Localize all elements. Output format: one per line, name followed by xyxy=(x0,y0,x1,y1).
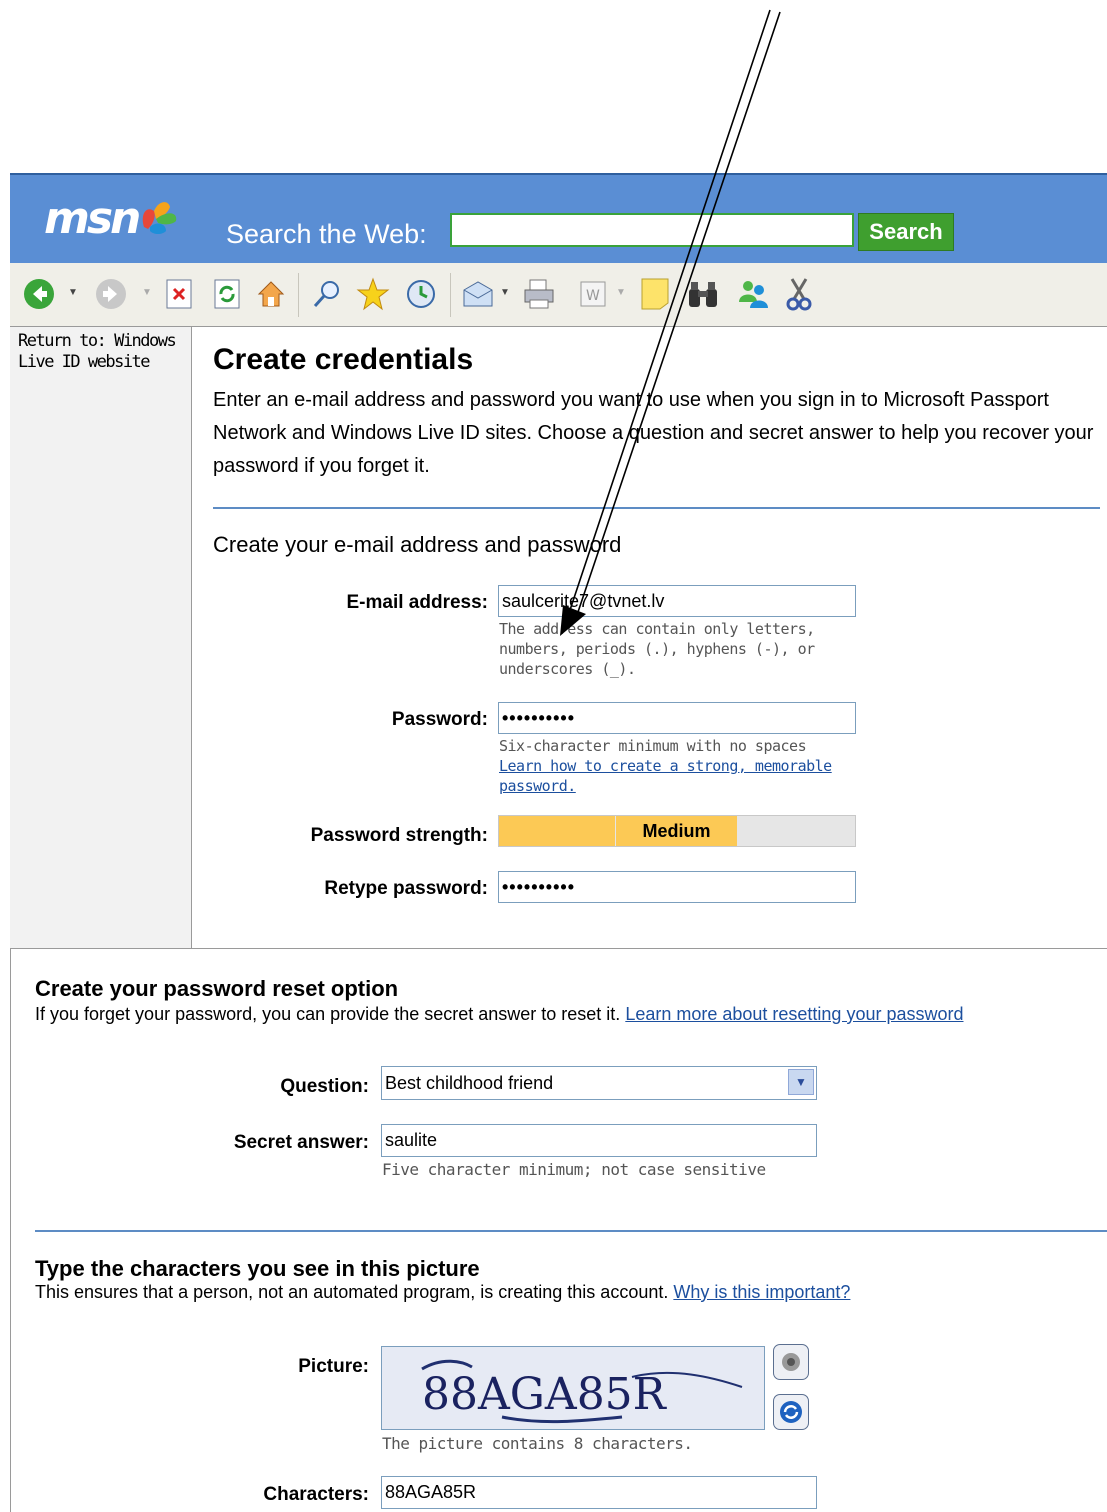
chevron-down-icon[interactable]: ▼ xyxy=(788,1069,814,1095)
messenger-icon[interactable] xyxy=(736,277,770,311)
mail-icon[interactable] xyxy=(462,277,496,311)
section-title-credentials: Create your e-mail address and password xyxy=(213,532,622,557)
left-sidebar: Return to: Windows Live ID website xyxy=(10,327,192,948)
section-divider xyxy=(213,507,1100,509)
retype-password-label: Retype password: xyxy=(324,878,488,899)
back-dropdown-icon[interactable]: ▼ xyxy=(68,287,78,298)
lower-page: Create your password reset option If you… xyxy=(10,948,1107,1512)
edit-dropdown-icon[interactable]: ▼ xyxy=(616,287,626,298)
picture-hint: The picture contains 8 characters. xyxy=(382,1434,693,1453)
mail-dropdown-icon[interactable]: ▼ xyxy=(500,287,510,298)
password-field[interactable]: •••••••••• xyxy=(498,702,856,734)
page-border xyxy=(11,948,1107,949)
search-icon[interactable] xyxy=(310,277,344,311)
intro-text: Enter an e-mail address and password you… xyxy=(213,389,1094,477)
cut-icon[interactable] xyxy=(782,277,816,311)
refresh-captcha-icon[interactable] xyxy=(773,1394,809,1430)
retype-password-field[interactable]: •••••••••• xyxy=(498,871,856,903)
back-icon[interactable] xyxy=(22,277,56,311)
secret-answer-field[interactable]: saulite xyxy=(381,1124,817,1157)
favorites-icon[interactable] xyxy=(356,277,390,311)
msn-logo[interactable]: msn xyxy=(44,193,141,244)
password-strength-meter: Medium xyxy=(498,815,856,847)
captcha-text: 88AGA85R xyxy=(422,1369,668,1420)
note-icon[interactable] xyxy=(638,277,672,311)
captcha-desc: This ensures that a person, not an autom… xyxy=(35,1282,1095,1303)
home-icon[interactable] xyxy=(254,277,288,311)
question-value: Best childhood friend xyxy=(385,1072,554,1093)
strong-password-link[interactable]: Learn how to create a strong, memorable … xyxy=(499,756,844,796)
characters-field[interactable]: 88AGA85R xyxy=(381,1476,817,1509)
section-divider xyxy=(35,1230,1107,1232)
toolbar-separator xyxy=(298,273,299,317)
audio-captcha-icon[interactable] xyxy=(773,1344,809,1380)
forward-dropdown-icon[interactable]: ▼ xyxy=(142,287,152,298)
binoculars-icon[interactable] xyxy=(686,277,720,311)
edit-icon[interactable]: W xyxy=(576,277,610,311)
reset-desc-text: If you forget your password, you can pro… xyxy=(35,1004,621,1024)
characters-label: Characters: xyxy=(263,1484,369,1505)
reset-option-desc: If you forget your password, you can pro… xyxy=(35,1004,1095,1025)
history-icon[interactable] xyxy=(404,277,438,311)
why-important-link[interactable]: Why is this important? xyxy=(673,1282,850,1302)
email-hint: The address can contain only letters, nu… xyxy=(499,620,815,678)
page-title: Create credentials xyxy=(213,343,474,376)
search-button[interactable]: Search xyxy=(858,213,954,251)
email-field[interactable]: saulcerite7@tvnet.lv xyxy=(498,585,856,617)
question-select[interactable]: Best childhood friend ▼ xyxy=(381,1066,817,1100)
print-icon[interactable] xyxy=(522,277,556,311)
search-input[interactable] xyxy=(450,213,854,247)
email-label: E-mail address: xyxy=(346,592,489,613)
captcha-title: Type the characters you see in this pict… xyxy=(35,1256,480,1281)
forward-icon[interactable] xyxy=(94,277,128,311)
strength-segment-medium: Medium xyxy=(616,816,737,846)
question-label: Question: xyxy=(280,1076,369,1097)
captcha-image: 88AGA85R xyxy=(381,1346,765,1430)
return-to-windows-live-link[interactable]: Return to: Windows Live ID website xyxy=(18,331,188,373)
msn-butterfly-icon xyxy=(142,202,177,234)
strength-segment-weak xyxy=(499,816,615,846)
password-hint: Six-character minimum with no spaces xyxy=(499,737,807,755)
captcha-desc-text: This ensures that a person, not an autom… xyxy=(35,1282,669,1302)
password-strength-label: Password strength: xyxy=(310,825,488,846)
picture-label: Picture: xyxy=(298,1356,369,1377)
refresh-icon[interactable] xyxy=(210,277,244,311)
secret-answer-label: Secret answer: xyxy=(233,1132,369,1153)
msn-header-bar: msn Search the Web: Search xyxy=(10,173,1107,265)
captcha-distorted-text: 88AGA85R xyxy=(421,1359,743,1424)
stop-icon[interactable] xyxy=(162,277,196,311)
secret-answer-hint: Five character minimum; not case sensiti… xyxy=(382,1160,766,1179)
browser-toolbar: ▼ ▼ ▼ W ▼ xyxy=(10,263,1107,327)
search-web-label: Search the Web: xyxy=(226,219,427,249)
reset-option-title: Create your password reset option xyxy=(35,976,399,1001)
toolbar-separator xyxy=(450,273,451,317)
svg-text:W: W xyxy=(586,288,600,304)
password-label: Password: xyxy=(391,709,488,730)
learn-more-reset-link[interactable]: Learn more about resetting your password xyxy=(625,1004,963,1024)
